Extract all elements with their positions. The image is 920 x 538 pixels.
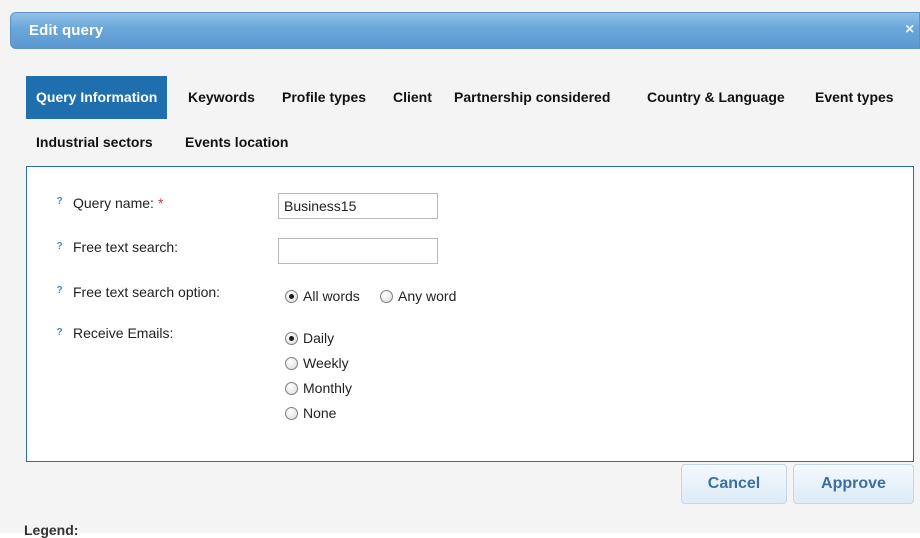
required-marker: *: [157, 195, 164, 211]
radio-any-word-label: Any word: [398, 288, 457, 304]
tab-query-information[interactable]: Query Information: [26, 76, 168, 119]
radio-monthly[interactable]: Monthly: [285, 380, 352, 396]
tab-client[interactable]: Client: [393, 76, 432, 119]
radio-button[interactable]: [285, 381, 298, 395]
help-icon[interactable]: ?: [54, 241, 65, 252]
legend-label: Legend:: [24, 522, 79, 538]
radio-weekly-label: Weekly: [303, 355, 349, 371]
tab-country-language[interactable]: Country & Language: [647, 76, 785, 119]
help-icon[interactable]: ?: [54, 285, 65, 296]
tab-events-location[interactable]: Events location: [185, 121, 288, 164]
help-icon[interactable]: ?: [54, 196, 65, 207]
radio-all-words-label: All words: [303, 288, 360, 304]
tab-profile-types[interactable]: Profile types: [282, 76, 366, 119]
cancel-button[interactable]: Cancel: [681, 464, 787, 504]
radio-none[interactable]: None: [285, 405, 336, 421]
query-name-label: Query name: *: [73, 195, 163, 211]
tab-industrial-sectors[interactable]: Industrial sectors: [36, 121, 153, 164]
radio-monthly-label: Monthly: [303, 380, 353, 396]
tab-keywords[interactable]: Keywords: [188, 76, 255, 119]
radio-any-word[interactable]: Any word: [380, 288, 456, 304]
radio-button-checked[interactable]: [285, 289, 298, 303]
help-icon[interactable]: ?: [54, 327, 65, 338]
free-text-search-label: Free text search:: [73, 239, 179, 255]
tab-partnership-considered[interactable]: Partnership considered: [454, 76, 610, 119]
radio-button[interactable]: [380, 289, 393, 303]
radio-button[interactable]: [285, 356, 298, 370]
radio-weekly[interactable]: Weekly: [285, 355, 349, 371]
radio-daily[interactable]: Daily: [285, 330, 334, 346]
radio-button-checked[interactable]: [285, 331, 298, 345]
tab-event-types[interactable]: Event types: [815, 76, 894, 119]
query-name-label-text: Query name:: [73, 195, 154, 211]
query-information-panel: ? Query name:* ? Free text search: ? Fre…: [26, 166, 914, 462]
free-text-search-option-label: Free text search option:: [73, 284, 221, 300]
free-text-search-input[interactable]: [278, 238, 438, 264]
radio-all-words[interactable]: All words: [285, 288, 360, 304]
close-icon[interactable]: ×: [905, 21, 919, 39]
radio-daily-label: Daily: [303, 330, 335, 346]
radio-none-label: None: [303, 405, 337, 421]
radio-button[interactable]: [285, 406, 298, 420]
query-name-input[interactable]: [278, 193, 438, 219]
dialog-title-bar[interactable]: Edit query ×: [10, 12, 920, 49]
approve-button[interactable]: Approve: [793, 464, 914, 504]
receive-emails-label: Receive Emails:: [73, 325, 174, 341]
dialog-title: Edit query: [29, 22, 104, 39]
